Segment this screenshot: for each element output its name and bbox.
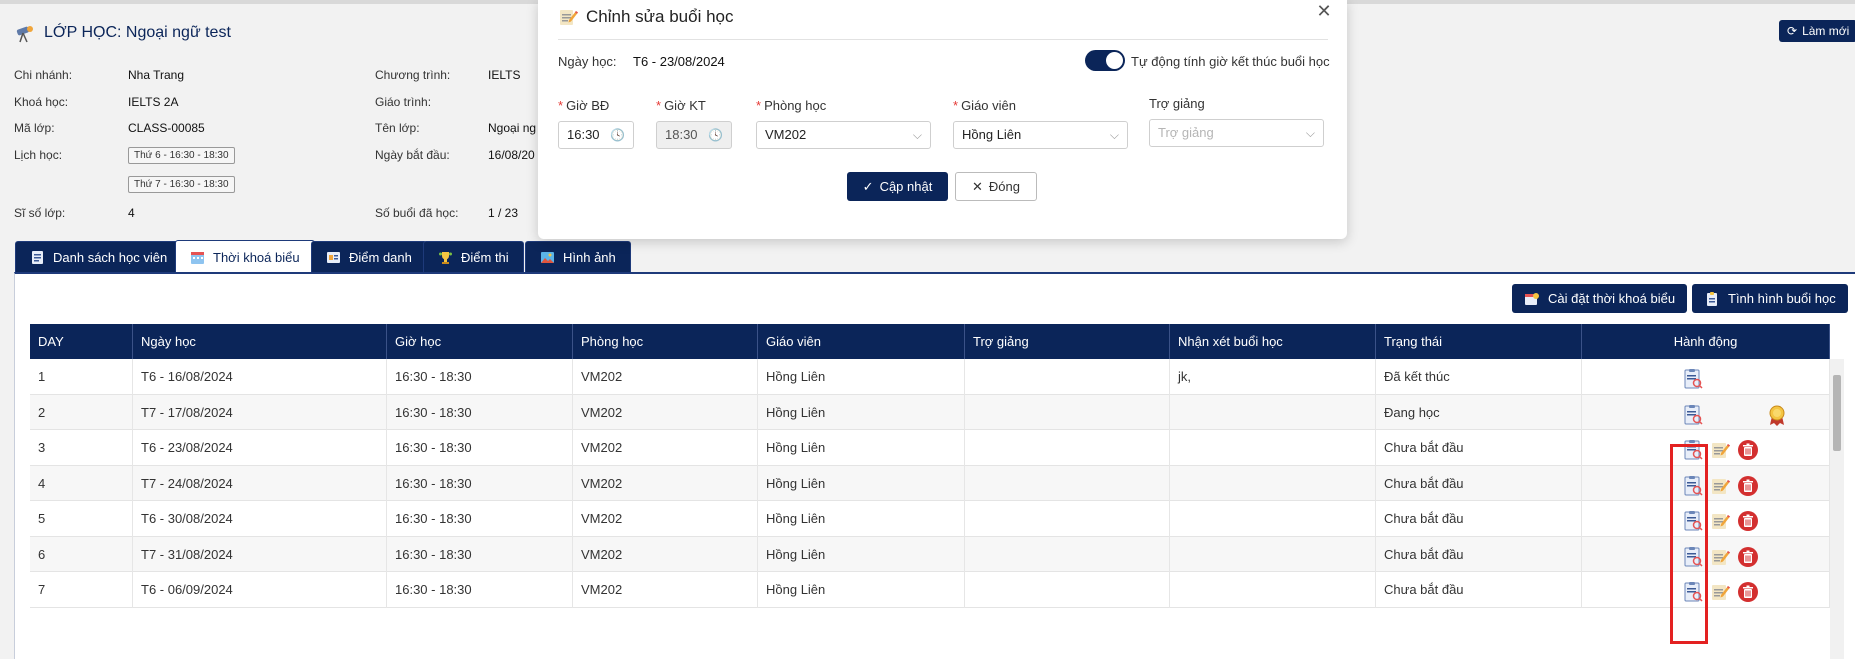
teacher-label-text: Giáo viên <box>961 98 1016 113</box>
modal-overlay: Chỉnh sửa buổi học ✕ Ngày học: T6 - 23/0… <box>0 0 1855 659</box>
auto-end-time-toggle[interactable] <box>1085 50 1125 71</box>
required-mark: * <box>953 98 959 113</box>
modal-divider <box>558 39 1328 40</box>
room-select-value: VM202 <box>765 127 807 142</box>
required-mark: * <box>558 98 564 113</box>
close-button-label: Đóng <box>988 179 1020 194</box>
start-time-input[interactable]: 16:30 🕓 <box>558 121 634 149</box>
modal-title: Chỉnh sửa buổi học <box>558 7 733 27</box>
end-time-value: 18:30 <box>665 127 698 142</box>
end-time-label: * Giờ KT <box>656 98 706 113</box>
edit-note-icon <box>560 10 578 25</box>
start-time-label: * Giờ BĐ <box>558 98 609 113</box>
chevron-down-icon: ⌵ <box>912 128 922 142</box>
assistant-select-placeholder: Trợ giảng <box>1158 125 1214 140</box>
room-select[interactable]: VM202 ⌵ <box>756 121 931 149</box>
teacher-label: * Giáo viên <box>953 98 1016 113</box>
close-icon: ✕ <box>972 178 983 194</box>
start-time-value: 16:30 <box>567 127 600 142</box>
chevron-down-icon: ⌵ <box>1305 126 1315 140</box>
room-label: * Phòng học <box>756 98 826 113</box>
toggle-knob <box>1106 52 1123 69</box>
clock-icon: 🕓 <box>610 128 625 142</box>
assistant-label: Trợ giảng <box>1149 96 1205 111</box>
modal-title-text: Chỉnh sửa buổi học <box>586 7 734 26</box>
auto-end-time-label: Tự động tính giờ kết thúc buổi học <box>1131 54 1330 69</box>
update-button-label: Cập nhật <box>879 179 933 194</box>
teacher-select[interactable]: Hồng Liên ⌵ <box>953 121 1128 149</box>
session-date-value: T6 - 23/08/2024 <box>633 54 725 69</box>
start-time-label-text: Giờ BĐ <box>566 98 610 113</box>
clock-icon: 🕓 <box>708 128 723 142</box>
assistant-select[interactable]: Trợ giảng ⌵ <box>1149 119 1324 147</box>
required-mark: * <box>756 98 762 113</box>
required-mark: * <box>656 98 662 113</box>
update-button[interactable]: ✓ Cập nhật <box>847 172 948 201</box>
session-date-label: Ngày học: <box>558 54 617 69</box>
close-icon[interactable]: ✕ <box>1314 1 1334 21</box>
end-time-label-text: Giờ KT <box>664 98 706 113</box>
check-icon: ✓ <box>862 178 874 194</box>
teacher-select-value: Hồng Liên <box>962 127 1022 142</box>
edit-session-modal: Chỉnh sửa buổi học ✕ Ngày học: T6 - 23/0… <box>538 0 1347 239</box>
close-button[interactable]: ✕ Đóng <box>955 172 1037 201</box>
room-label-text: Phòng học <box>764 98 827 113</box>
chevron-down-icon: ⌵ <box>1109 128 1119 142</box>
end-time-input[interactable]: 18:30 🕓 <box>656 121 732 149</box>
